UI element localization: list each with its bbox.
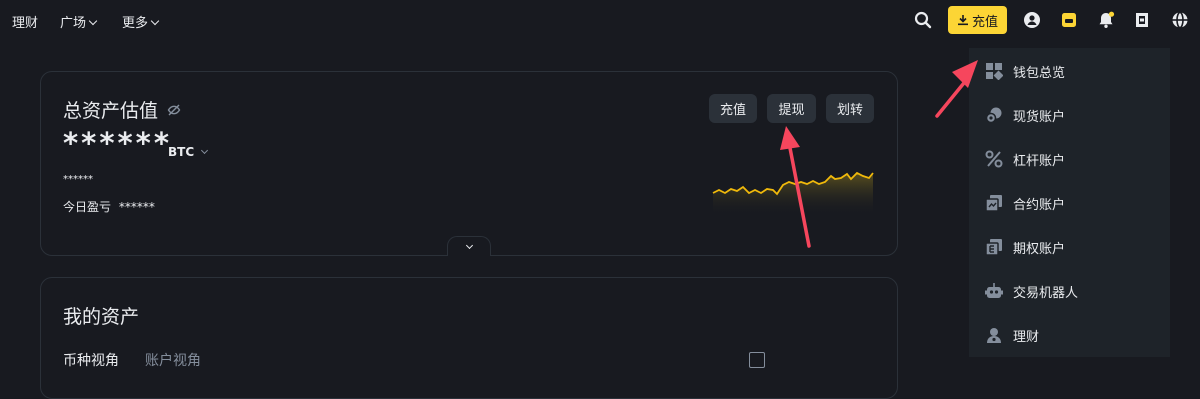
expand-toggle[interactable]: [447, 236, 491, 256]
menu-item-options-account[interactable]: 期权账户: [969, 225, 1170, 269]
currency-label: BTC: [168, 145, 195, 159]
balance-sparkline: [712, 171, 874, 216]
menu-item-label: 现货账户: [1013, 109, 1066, 125]
menu-item-label: 理财: [1013, 329, 1040, 345]
nav-item-square-label: 广场: [60, 16, 87, 31]
menu-item-earn[interactable]: 理财: [969, 313, 1170, 357]
wallet-dropdown-menu: 钱包总览 现货账户 杠杆账户 合约账户 期权账户 交易机器人 理财: [969, 48, 1170, 357]
menu-item-wallet-overview[interactable]: 钱包总览: [969, 49, 1170, 93]
transfer-button[interactable]: 划转: [826, 94, 874, 123]
deposit-button[interactable]: 充值: [948, 6, 1007, 34]
tab-by-coin[interactable]: 币种视角: [63, 350, 119, 370]
today-pnl: 今日盈亏 ******: [63, 198, 155, 215]
top-nav-bar: 理财 广场 更多 充值: [0, 0, 1200, 40]
menu-item-trading-bots[interactable]: 交易机器人: [969, 269, 1170, 313]
menu-item-label: 期权账户: [1013, 241, 1066, 257]
chevron-down-icon: [88, 16, 98, 26]
menu-item-margin-account[interactable]: 杠杆账户: [969, 137, 1170, 181]
overview-title: 总资产估值: [63, 96, 181, 123]
nav-item-more[interactable]: 更多: [122, 12, 160, 31]
chevron-down-icon: [201, 146, 209, 155]
chevron-down-icon: [150, 16, 160, 26]
menu-item-futures-account[interactable]: 合约账户: [969, 181, 1170, 225]
user-icon[interactable]: [1020, 8, 1044, 32]
chevron-down-icon: [465, 241, 473, 250]
futures-icon: [985, 195, 1002, 212]
tab-by-account[interactable]: 账户视角: [145, 350, 201, 370]
my-assets-title: 我的资产: [63, 306, 140, 328]
my-assets-card: 我的资产 币种视角 账户视角: [40, 277, 898, 399]
nav-item-finance[interactable]: 理财: [12, 12, 38, 31]
overview-title-text: 总资产估值: [63, 100, 159, 122]
percent-icon: [985, 150, 1003, 168]
globe-icon[interactable]: [1168, 8, 1192, 32]
download-app-icon[interactable]: [1130, 8, 1154, 32]
menu-item-label: 交易机器人: [1013, 285, 1079, 301]
pnl-value: ******: [118, 200, 155, 214]
hidden-fiat-value: ******: [63, 174, 93, 185]
menu-item-label: 钱包总览: [1013, 65, 1066, 81]
wallet-icon[interactable]: [1057, 8, 1081, 32]
menu-item-label: 合约账户: [1013, 197, 1066, 213]
hide-small-checkbox[interactable]: [749, 352, 765, 368]
search-icon[interactable]: [911, 8, 935, 32]
hidden-balance: ******: [63, 126, 172, 160]
spot-icon: [985, 107, 1002, 124]
grid-icon: [986, 63, 1003, 80]
download-icon: [957, 15, 968, 26]
pnl-label: 今日盈亏: [63, 200, 112, 214]
menu-item-label: 杠杆账户: [1013, 153, 1066, 169]
menu-item-spot-account[interactable]: 现货账户: [969, 93, 1170, 137]
robot-icon: [985, 283, 1003, 298]
withdraw-button[interactable]: 提现: [767, 94, 816, 123]
piggy-bank-icon: [987, 328, 1001, 343]
eye-off-icon[interactable]: [167, 103, 181, 117]
currency-selector[interactable]: BTC: [168, 145, 209, 159]
options-icon: [985, 239, 1002, 256]
deposit-button-label: 充值: [971, 14, 998, 30]
deposit-action-button[interactable]: 充值: [709, 94, 757, 123]
bell-icon[interactable]: [1094, 8, 1118, 32]
nav-item-square[interactable]: 广场: [60, 12, 98, 31]
nav-item-more-label: 更多: [122, 16, 149, 31]
